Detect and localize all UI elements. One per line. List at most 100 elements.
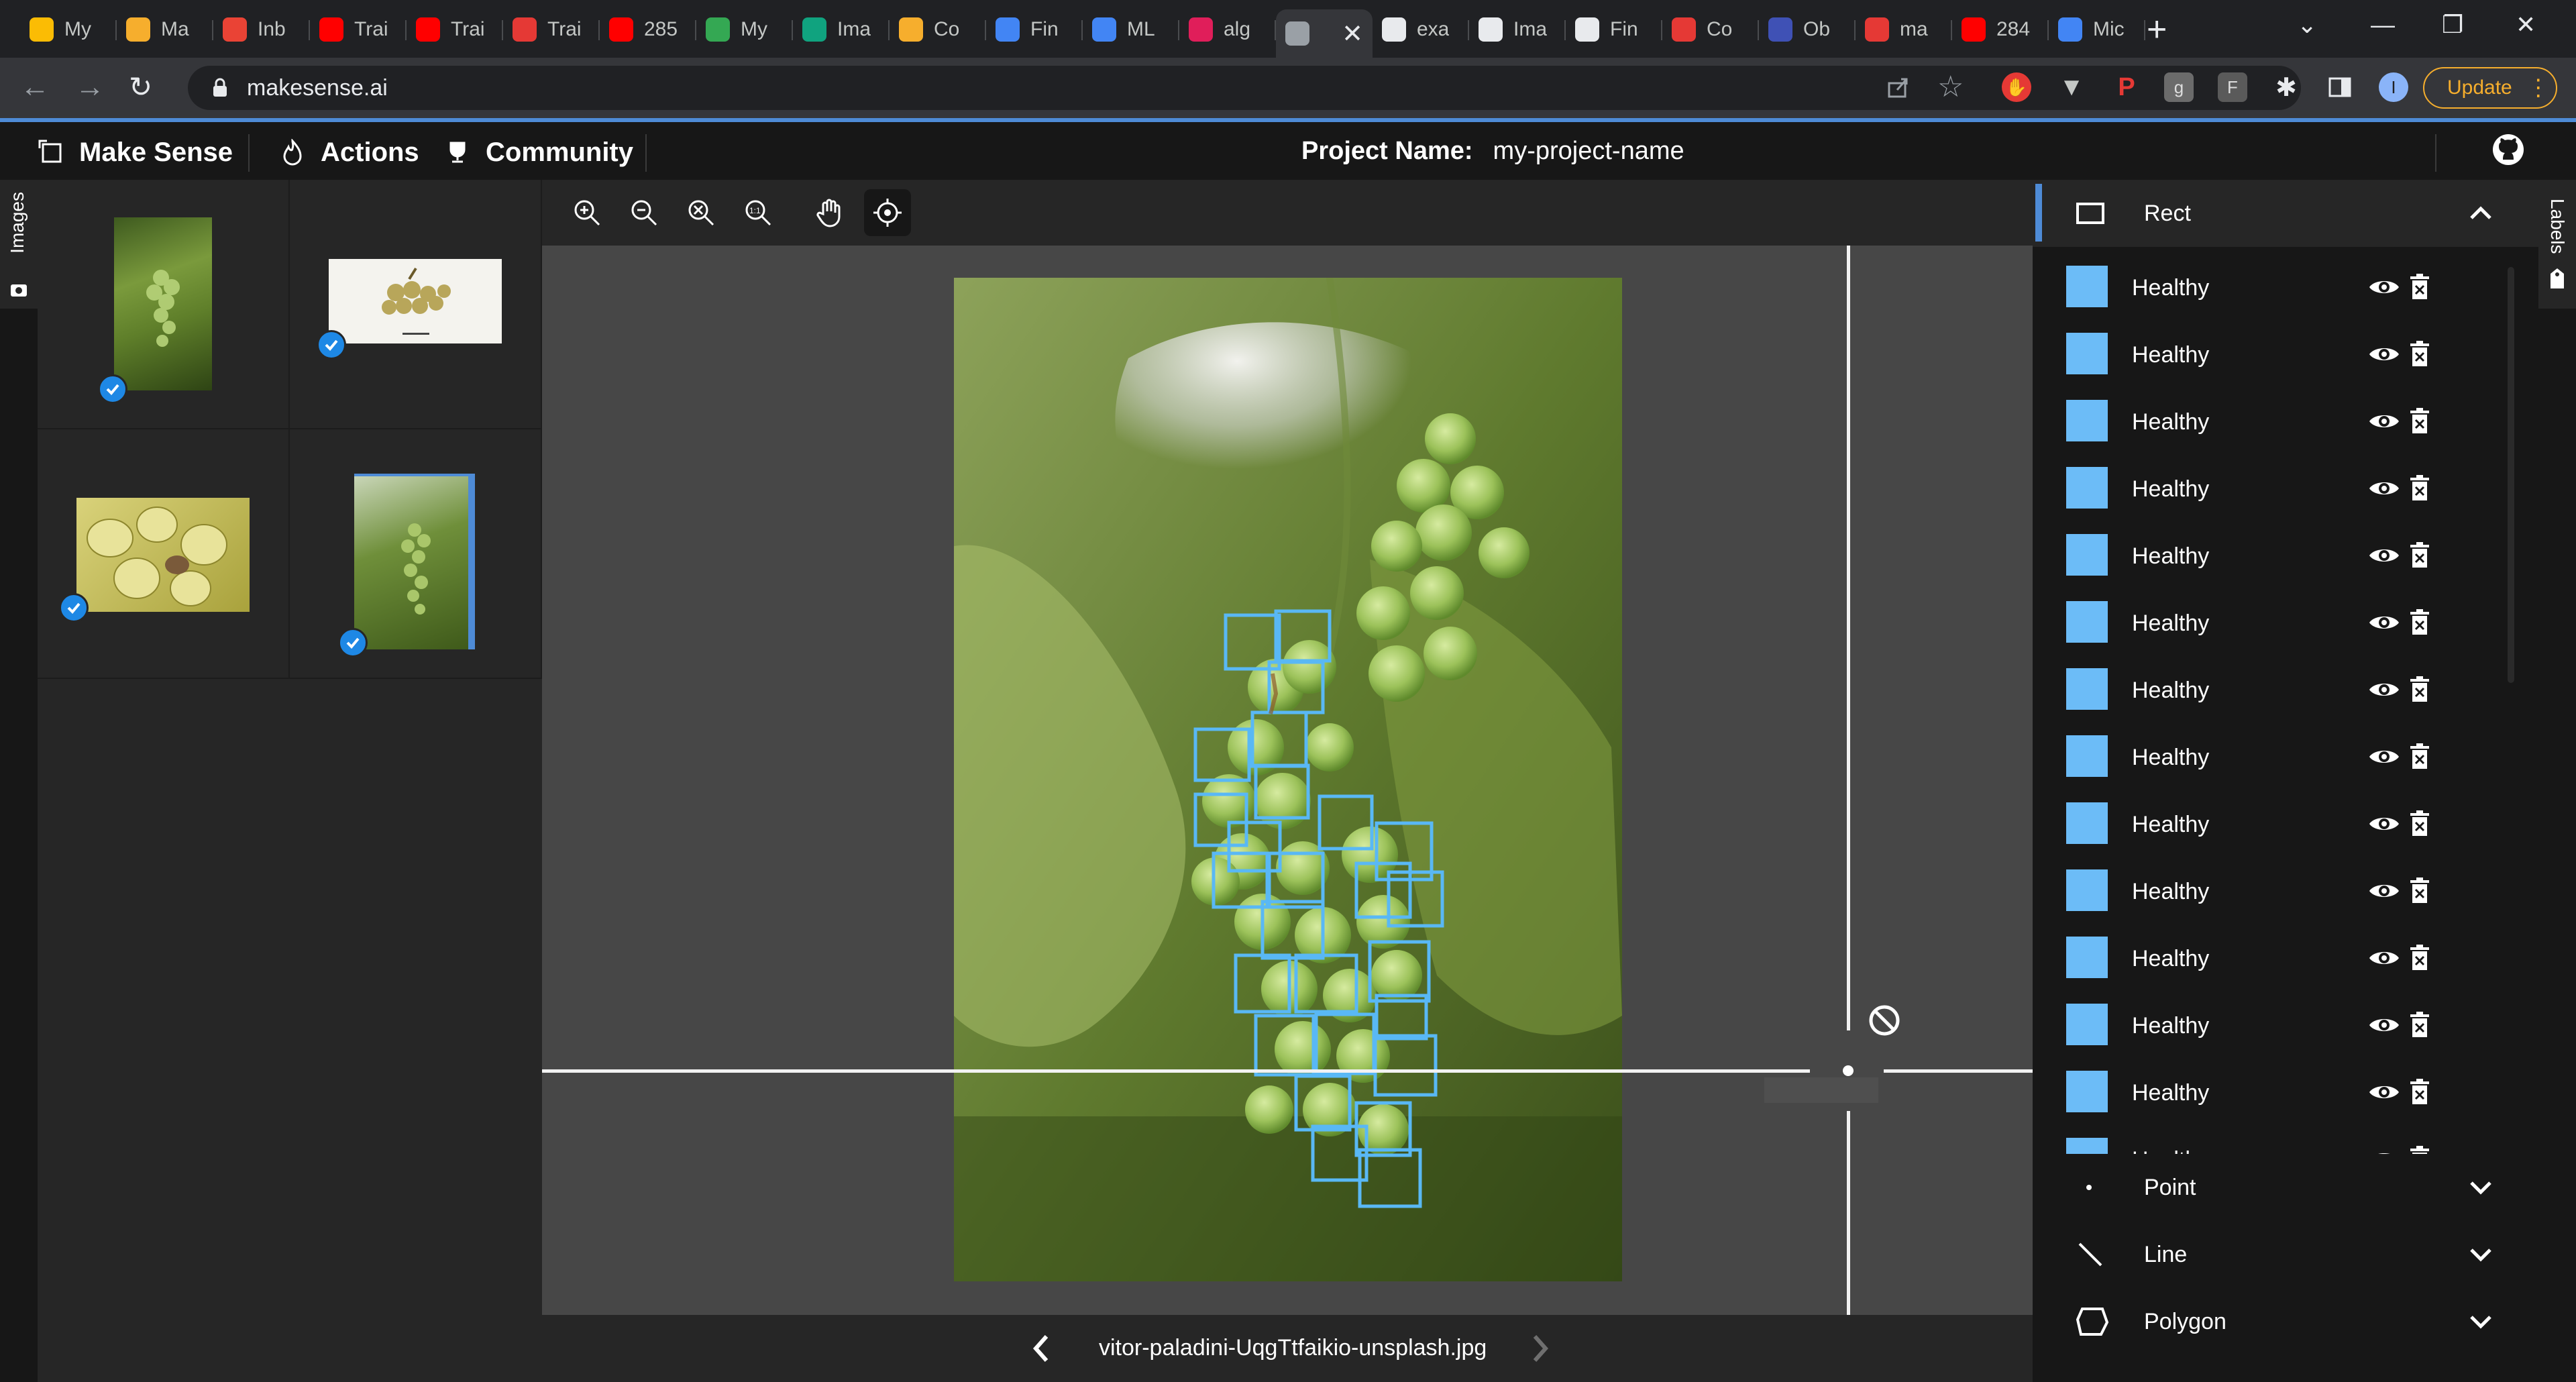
- label-color-swatch[interactable]: [2066, 869, 2108, 911]
- label-row[interactable]: Healthy: [2033, 247, 2538, 314]
- next-image-button[interactable]: [1524, 1330, 1556, 1367]
- browser-tab[interactable]: 284: [1952, 9, 2049, 50]
- label-color-swatch[interactable]: [2066, 1071, 2108, 1112]
- browser-tab[interactable]: alg: [1179, 9, 1276, 50]
- extension-g-icon[interactable]: g: [2164, 72, 2194, 102]
- eye-icon[interactable]: [2368, 612, 2400, 633]
- share-icon[interactable]: [1885, 74, 1912, 101]
- label-name[interactable]: Healthy: [2132, 342, 2209, 368]
- eye-icon[interactable]: [2368, 1014, 2400, 1036]
- eye-icon[interactable]: [2368, 746, 2400, 767]
- github-icon[interactable]: [2491, 133, 2525, 166]
- zoom-in-icon[interactable]: [564, 189, 610, 236]
- browser-tab[interactable]: Ma: [117, 9, 213, 50]
- image-thumbnail-card[interactable]: [290, 180, 542, 429]
- label-name[interactable]: Healthy: [2132, 678, 2209, 704]
- label-name[interactable]: Healthy: [2132, 1080, 2209, 1106]
- browser-tab[interactable]: Trai: [310, 9, 407, 50]
- browser-tab[interactable]: Ima: [1469, 9, 1566, 50]
- label-name[interactable]: Healthy: [2132, 543, 2209, 570]
- browser-tab[interactable]: My: [696, 9, 793, 50]
- previous-image-button[interactable]: [1025, 1330, 1057, 1367]
- eye-icon[interactable]: [2368, 545, 2400, 566]
- eye-icon[interactable]: [2368, 343, 2400, 365]
- extension-red-icon[interactable]: ✋: [2002, 72, 2031, 102]
- label-row[interactable]: Healthy: [2033, 582, 2538, 649]
- delete-icon[interactable]: [2408, 1079, 2431, 1106]
- label-color-swatch[interactable]: [2066, 333, 2108, 374]
- avatar[interactable]: I: [2379, 72, 2408, 102]
- extension-v-icon[interactable]: ▼: [2057, 72, 2086, 102]
- browser-tab[interactable]: 285: [600, 9, 696, 50]
- eye-icon[interactable]: [2368, 1149, 2400, 1154]
- browser-tab[interactable]: Mic: [2049, 9, 2145, 50]
- label-row[interactable]: Healthy: [2033, 918, 2538, 985]
- delete-icon[interactable]: [2408, 878, 2431, 904]
- delete-icon[interactable]: [2408, 609, 2431, 636]
- minimize-icon[interactable]: —: [2371, 11, 2395, 39]
- restore-icon[interactable]: ❐: [2442, 11, 2463, 39]
- line-section-header[interactable]: Line: [2033, 1221, 2538, 1288]
- label-row[interactable]: Healthy: [2033, 1052, 2538, 1119]
- kebab-menu-icon[interactable]: ⋮: [2527, 74, 2550, 101]
- delete-icon[interactable]: [2408, 676, 2431, 703]
- browser-tab[interactable]: ma: [1856, 9, 1952, 50]
- bookmark-star-icon[interactable]: ☆: [1937, 70, 1964, 104]
- label-name[interactable]: Healthy: [2132, 275, 2209, 301]
- annotation-canvas[interactable]: [542, 246, 2033, 1315]
- label-color-swatch[interactable]: [2066, 1138, 2108, 1154]
- image-thumbnail-card-selected[interactable]: [290, 429, 542, 679]
- eye-icon[interactable]: [2368, 813, 2400, 835]
- project-name-input[interactable]: my-project-name: [1493, 137, 1684, 166]
- new-tab-button[interactable]: +: [2147, 9, 2167, 50]
- label-name[interactable]: Healthy: [2132, 879, 2209, 905]
- label-row[interactable]: Healthy: [2033, 649, 2538, 716]
- label-row[interactable]: Healthy: [2033, 448, 2538, 515]
- delete-icon[interactable]: [2408, 408, 2431, 435]
- zoom-actual-size-icon[interactable]: 1:1: [735, 189, 782, 236]
- browser-tab[interactable]: ML: [1083, 9, 1179, 50]
- extensions-puzzle-icon[interactable]: ✱: [2271, 72, 2301, 102]
- eye-icon[interactable]: [2368, 679, 2400, 700]
- labels-side-tab[interactable]: Labels: [2538, 180, 2576, 309]
- polygon-section-header[interactable]: Polygon: [2033, 1288, 2538, 1355]
- label-row[interactable]: Healthy: [2033, 784, 2538, 851]
- delete-icon[interactable]: [2408, 341, 2431, 368]
- back-icon[interactable]: ←: [20, 67, 50, 107]
- images-side-tab[interactable]: Images: [0, 180, 38, 309]
- label-color-swatch[interactable]: [2066, 266, 2108, 307]
- actions-menu[interactable]: Actions: [279, 129, 419, 176]
- label-color-swatch[interactable]: [2066, 1004, 2108, 1045]
- browser-tab[interactable]: Co: [890, 9, 986, 50]
- rect-section-header[interactable]: Rect: [2033, 180, 2538, 247]
- browser-tab[interactable]: Trai: [503, 9, 600, 50]
- pan-hand-icon[interactable]: [806, 189, 853, 236]
- label-name[interactable]: Healthy: [2132, 610, 2209, 637]
- address-bar[interactable]: makesense.ai: [188, 66, 2301, 110]
- label-row[interactable]: Healthy: [2033, 851, 2538, 918]
- eye-icon[interactable]: [2368, 411, 2400, 432]
- label-color-swatch[interactable]: [2066, 937, 2108, 978]
- label-row[interactable]: Healthy: [2033, 716, 2538, 784]
- chevron-down-icon[interactable]: [2467, 1244, 2494, 1265]
- label-row[interactable]: Healthy: [2033, 381, 2538, 448]
- label-color-swatch[interactable]: [2066, 802, 2108, 844]
- forward-icon[interactable]: →: [75, 67, 105, 107]
- browser-tab[interactable]: Inb: [213, 9, 310, 50]
- tab-search-icon[interactable]: ⌄: [2297, 11, 2317, 39]
- image-thumbnail-card[interactable]: [38, 180, 290, 429]
- delete-icon[interactable]: [2408, 945, 2431, 971]
- extension-f-icon[interactable]: F: [2218, 72, 2247, 102]
- annotated-image[interactable]: [954, 278, 1622, 1281]
- label-color-swatch[interactable]: [2066, 601, 2108, 643]
- label-name[interactable]: Healthy: [2132, 946, 2209, 972]
- browser-tab[interactable]: Fin: [1566, 9, 1662, 50]
- label-color-swatch[interactable]: [2066, 467, 2108, 509]
- chevron-down-icon[interactable]: [2467, 1177, 2494, 1198]
- eye-icon[interactable]: [2368, 276, 2400, 298]
- browser-tab[interactable]: Fin: [986, 9, 1083, 50]
- zoom-fit-icon[interactable]: [678, 189, 724, 236]
- label-row[interactable]: Healthy: [2033, 314, 2538, 381]
- delete-icon[interactable]: [2408, 743, 2431, 770]
- browser-tab[interactable]: Ob: [1759, 9, 1856, 50]
